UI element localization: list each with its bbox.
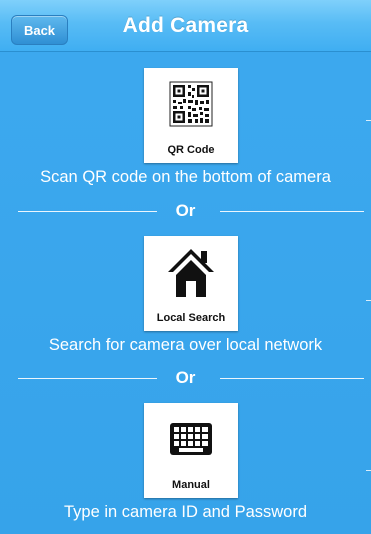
qr-code-icon [144, 74, 238, 134]
qr-code-button[interactable]: QR Code [144, 68, 238, 163]
manual-label: Manual [172, 479, 210, 491]
local-search-caption: Search for camera over local network [48, 336, 323, 354]
house-icon [144, 242, 238, 302]
manual-caption: Type in camera ID and Password [63, 503, 308, 521]
local-search-button[interactable]: Local Search [144, 236, 238, 331]
edge-marker [366, 120, 371, 121]
add-camera-screen: Back Add Camera QR Code Scan QR code on … [0, 0, 371, 534]
qr-code-caption: Scan QR code on the bottom of camera [40, 168, 331, 186]
edge-marker [366, 300, 371, 301]
local-search-label: Local Search [156, 312, 226, 324]
or-divider-1: Or [0, 200, 371, 222]
manual-button[interactable]: Manual [144, 403, 238, 498]
divider-line-right [220, 211, 364, 212]
page-title: Add Camera [122, 14, 249, 37]
keyboard-icon [144, 409, 238, 469]
navigation-bar: Back Add Camera [0, 0, 371, 52]
qr-code-label: QR Code [167, 144, 215, 156]
divider-line-right [220, 378, 364, 379]
or-divider-2: Or [0, 367, 371, 389]
edge-marker [366, 470, 371, 471]
